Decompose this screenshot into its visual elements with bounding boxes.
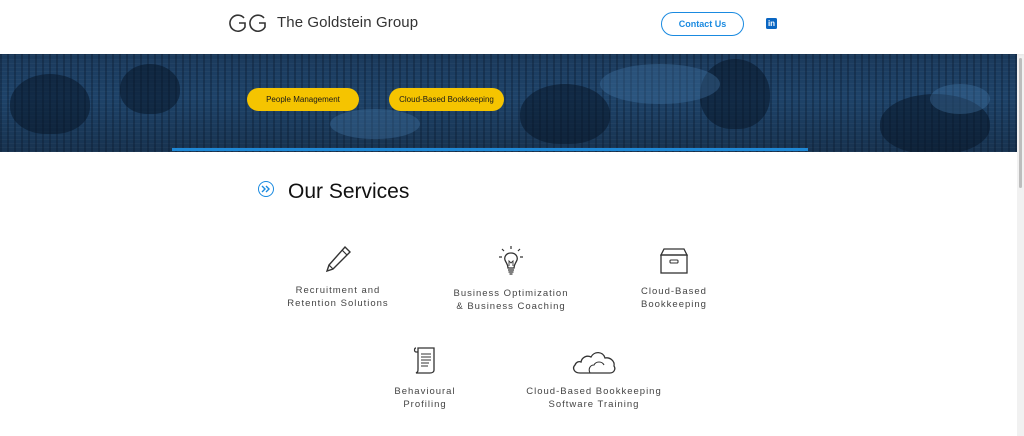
gg-logo-icon[interactable] [229, 12, 269, 34]
service-label: Recruitment and Retention Solutions [287, 285, 389, 309]
services-title: Our Services [288, 180, 410, 203]
service-label: Cloud-Based Bookkeeping Software Trainin… [526, 386, 662, 410]
page-scrollbar[interactable] [1017, 0, 1024, 436]
services-heading [258, 181, 274, 197]
service-label: Behavioural Profiling [394, 386, 456, 410]
pencil-icon [325, 245, 351, 273]
brand-name[interactable]: The Goldstein Group [277, 14, 418, 31]
site-header: The Goldstein Group Contact Us in [0, 0, 1024, 54]
service-item-business-optimization[interactable]: Business Optimization & Business Coachin… [426, 244, 596, 313]
service-item-recruitment[interactable]: Recruitment and Retention Solutions [253, 244, 423, 310]
service-label: Business Optimization & Business Coachin… [453, 288, 569, 312]
cloud-bookkeeping-pill[interactable]: Cloud-Based Bookkeeping [389, 88, 504, 111]
people-management-pill[interactable]: People Management [247, 88, 359, 111]
contact-us-button[interactable]: Contact Us [661, 12, 744, 36]
service-item-software-training[interactable]: Cloud-Based Bookkeeping Software Trainin… [509, 347, 679, 411]
service-item-behavioural-profiling[interactable]: Behavioural Profiling [340, 345, 510, 411]
double-chevron-right-icon [258, 181, 274, 197]
linkedin-icon[interactable]: in [766, 18, 777, 29]
scrollbar-thumb[interactable] [1019, 58, 1022, 188]
scroll-document-icon [413, 347, 435, 374]
hero-banner [0, 54, 1024, 152]
service-label: Cloud-Based Bookkeeping [641, 286, 707, 310]
cloud-icon [573, 351, 616, 374]
hero-divider [172, 148, 808, 151]
service-item-cloud-bookkeeping[interactable]: Cloud-Based Bookkeeping [589, 247, 759, 311]
lightbulb-icon [499, 246, 523, 275]
archive-box-icon [659, 248, 689, 274]
